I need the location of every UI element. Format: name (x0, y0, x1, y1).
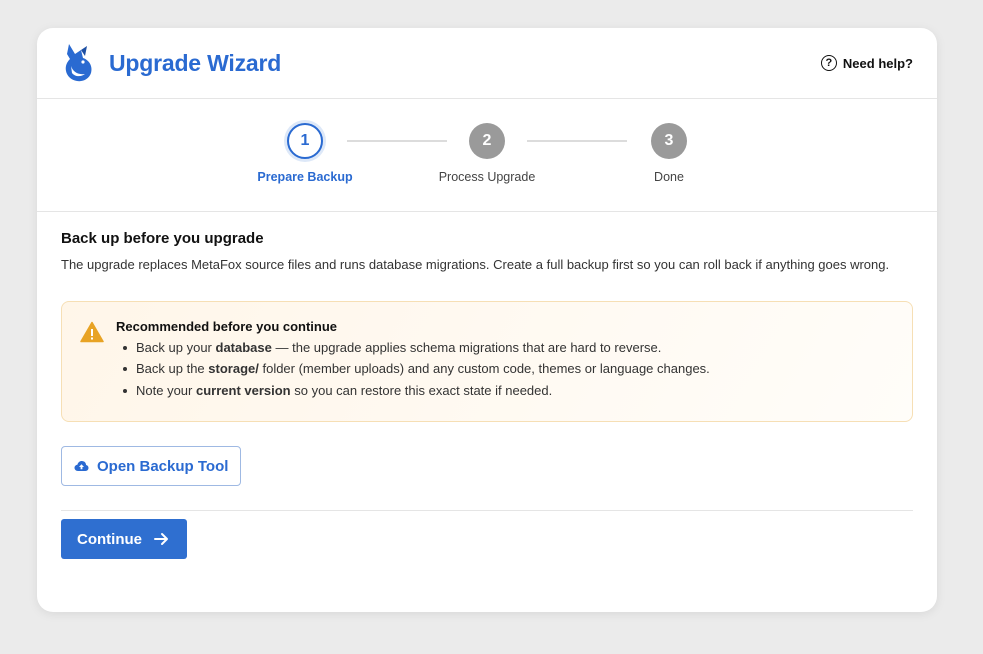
step-done: 3 Done (599, 123, 739, 184)
section-heading: Back up before you upgrade (61, 230, 264, 247)
alert-list: Back up your database — the upgrade appl… (116, 337, 710, 402)
arrow-right-icon (154, 532, 169, 546)
need-help-link[interactable]: ? Need help? (820, 55, 913, 71)
page-title: Upgrade Wizard (109, 49, 282, 76)
header: Upgrade Wizard ? Need help? (37, 28, 937, 99)
alert-title: Recommended before you continue (116, 318, 338, 334)
step-number: 3 (651, 123, 687, 159)
step-label: Process Upgrade (438, 170, 536, 184)
main-content: Back up before you upgrade The upgrade r… (37, 212, 937, 559)
open-backup-tool-label: Open Backup Tool (97, 457, 229, 475)
divider (61, 510, 913, 511)
continue-button[interactable]: Continue (61, 519, 187, 559)
question-circle-icon: ? (820, 55, 837, 71)
cloud-upload-icon (74, 460, 89, 472)
step-number: 2 (469, 123, 505, 159)
fox-logo-icon (61, 42, 95, 84)
step-number: 1 (287, 123, 323, 159)
list-item: Note your current version so you can res… (116, 380, 710, 402)
step-label: Done (654, 170, 684, 184)
wizard-card: Upgrade Wizard ? Need help? 1 Prepare Ba… (37, 28, 937, 612)
open-backup-tool-button[interactable]: Open Backup Tool (61, 446, 242, 486)
list-item: Back up your database — the upgrade appl… (116, 337, 710, 359)
progress-stepper: 1 Prepare Backup 2 Process Upgrade 3 Don… (37, 99, 937, 212)
need-help-label: Need help? (842, 55, 913, 71)
step-prepare-backup: 1 Prepare Backup (235, 123, 375, 184)
section-description: The upgrade replaces MetaFox source file… (61, 257, 890, 272)
warning-triangle-icon (80, 321, 104, 343)
continue-label: Continue (77, 530, 142, 548)
recommendation-alert: Recommended before you continue Back up … (61, 300, 913, 422)
step-label: Prepare Backup (257, 170, 353, 184)
list-item: Back up the storage/ folder (member uplo… (116, 358, 710, 380)
step-process-upgrade: 2 Process Upgrade (417, 123, 557, 184)
